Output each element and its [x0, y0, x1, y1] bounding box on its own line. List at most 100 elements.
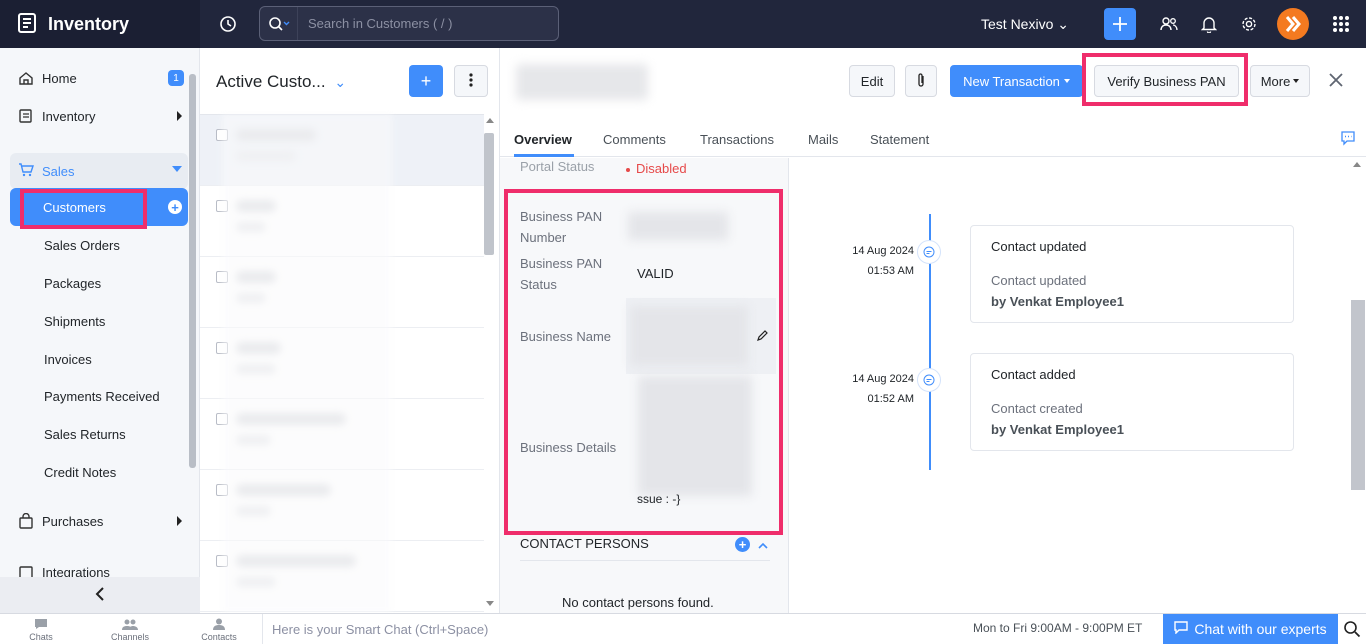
list-more-options-button[interactable] [454, 65, 488, 97]
sidebar-item-label: Purchases [42, 513, 104, 529]
bottom-bar: Chats Channels Contacts Here is your Sma… [0, 613, 1366, 644]
paperclip-icon [916, 72, 926, 91]
tab-transactions[interactable]: Transactions [700, 132, 774, 147]
detail-tabs: Overview Comments Transactions Mails Sta… [500, 120, 1366, 157]
app-grid-icon[interactable] [1329, 12, 1353, 36]
settings-gear-icon[interactable] [1237, 12, 1261, 36]
sidebar-scrollbar[interactable] [189, 74, 196, 468]
tab-comments[interactable]: Comments [603, 132, 666, 147]
timeline-card-title: Contact added [991, 367, 1076, 382]
scroll-down-arrow-icon [486, 601, 494, 606]
global-search[interactable]: Search in Customers ( / ) [259, 6, 559, 41]
sidebar-item-label: Inventory [42, 108, 96, 124]
recent-history-icon[interactable] [216, 12, 240, 36]
timeline-time-text: 01:53 AM [867, 265, 914, 277]
users-icon[interactable] [1157, 12, 1181, 36]
sidebar-item-purchases[interactable]: Purchases [0, 503, 190, 539]
customer-name-redacted [516, 64, 648, 100]
highlight-box-verify-pan [1082, 53, 1248, 106]
chat-comment-icon[interactable] [1340, 130, 1356, 149]
chat-with-experts-button[interactable]: Chat with our experts [1163, 614, 1338, 644]
edit-button[interactable]: Edit [849, 65, 895, 97]
sidebar-item-payments-received[interactable]: Payments Received [44, 389, 160, 404]
sidebar-item-home[interactable]: Home 1 [0, 60, 190, 96]
customer-list-pane: Active Custo... ⌄ + [200, 48, 500, 614]
user-avatar[interactable] [1277, 8, 1309, 40]
support-hours: Mon to Fri 9:00AM - 9:00PM ET [973, 621, 1143, 635]
org-name: Test Nexivo [981, 16, 1054, 32]
status-dot-icon [626, 167, 630, 172]
org-switcher[interactable]: Test Nexivo ⌄ [981, 16, 1069, 33]
sidebar: Home 1 Inventory Sales Customers + Sales… [0, 48, 200, 613]
more-button[interactable]: More [1250, 65, 1310, 97]
portal-status-text: Disabled [636, 161, 687, 176]
highlight-box-customers [20, 189, 147, 229]
new-transaction-label: New Transaction [963, 73, 1060, 89]
notifications-bell-icon[interactable] [1197, 12, 1221, 36]
detail-scrollbar-thumb[interactable] [1351, 300, 1365, 490]
search-input[interactable]: Search in Customers ( / ) [308, 16, 453, 31]
search-icon[interactable] [1338, 614, 1366, 644]
sidebar-item-sales-returns[interactable]: Sales Returns [44, 427, 126, 442]
active-tab-indicator [514, 154, 574, 157]
contacts-button[interactable]: Contacts [189, 618, 249, 642]
chevron-down-icon: ⌄ [1057, 16, 1069, 32]
timeline-date-text: 14 Aug 2024 [852, 245, 914, 257]
chat-icon [1174, 621, 1189, 637]
portal-status-value: Disabled [626, 161, 687, 176]
sidebar-item-inventory[interactable]: Inventory [0, 98, 190, 134]
contacts-label: Contacts [201, 632, 237, 642]
chevron-left-icon [95, 586, 105, 604]
tab-mails[interactable]: Mails [808, 132, 838, 147]
caret-down-icon [1063, 79, 1070, 83]
timeline-card-title: Contact updated [991, 239, 1087, 254]
channels-label: Channels [110, 632, 150, 642]
tab-overview[interactable]: Overview [514, 132, 572, 147]
chat-bubble-icon [11, 618, 71, 632]
timeline-date: 14 Aug 2024 01:52 AM [824, 369, 914, 409]
customer-detail-pane: Edit New Transaction Verify Business PAN… [500, 48, 1366, 613]
smart-chat-input[interactable]: Here is your Smart Chat (Ctrl+Space) [262, 614, 962, 644]
no-contacts-message: No contact persons found. [562, 595, 714, 610]
timeline-time-text: 01:52 AM [867, 393, 914, 405]
inventory-logo-icon [16, 11, 40, 38]
kebab-menu-icon [469, 72, 473, 90]
sidebar-item-sales-orders[interactable]: Sales Orders [44, 238, 120, 253]
sidebar-item-packages[interactable]: Packages [44, 276, 101, 291]
collapse-section-icon[interactable] [758, 541, 768, 552]
channels-button[interactable]: Channels [100, 618, 160, 642]
cart-icon [18, 162, 34, 181]
chats-button[interactable]: Chats [11, 618, 71, 642]
timeline-date: 14 Aug 2024 01:53 AM [824, 241, 914, 281]
chat-with-experts-label: Chat with our experts [1194, 621, 1327, 637]
sidebar-item-shipments[interactable]: Shipments [44, 314, 105, 329]
divider [520, 560, 770, 561]
collapse-sidebar-button[interactable] [0, 577, 200, 613]
expand-arrow-icon [177, 111, 182, 121]
list-view-selector[interactable]: Active Custo... ⌄ [216, 72, 346, 92]
timeline-comment-icon [917, 240, 941, 264]
new-customer-button[interactable]: + [409, 65, 443, 97]
timeline-card: Contact added Contact created by Venkat … [970, 353, 1294, 451]
sidebar-item-label: Sales [42, 163, 75, 179]
timeline-date-text: 14 Aug 2024 [852, 373, 914, 385]
timeline-card: Contact updated Contact updated by Venka… [970, 225, 1294, 323]
add-contact-icon[interactable]: + [735, 537, 750, 552]
collapse-arrow-icon [172, 166, 182, 172]
add-customer-icon[interactable]: + [168, 200, 182, 215]
sidebar-item-credit-notes[interactable]: Credit Notes [44, 465, 116, 480]
attach-file-button[interactable] [905, 65, 937, 97]
sidebar-item-invoices[interactable]: Invoices [44, 352, 92, 367]
app-name: Inventory [48, 13, 130, 34]
list-scrollbar-thumb[interactable] [484, 133, 494, 255]
inventory-icon [18, 108, 36, 124]
new-transaction-button[interactable]: New Transaction [950, 65, 1083, 97]
sidebar-item-sales[interactable]: Sales [10, 153, 188, 189]
quick-create-button[interactable] [1104, 8, 1136, 40]
timeline-comment-icon [917, 368, 941, 392]
app-brand[interactable]: Inventory [0, 0, 200, 48]
close-detail-icon[interactable] [1328, 68, 1344, 94]
tab-statement[interactable]: Statement [870, 132, 929, 147]
scroll-up-arrow-icon [486, 118, 494, 123]
search-icon[interactable] [260, 7, 298, 40]
